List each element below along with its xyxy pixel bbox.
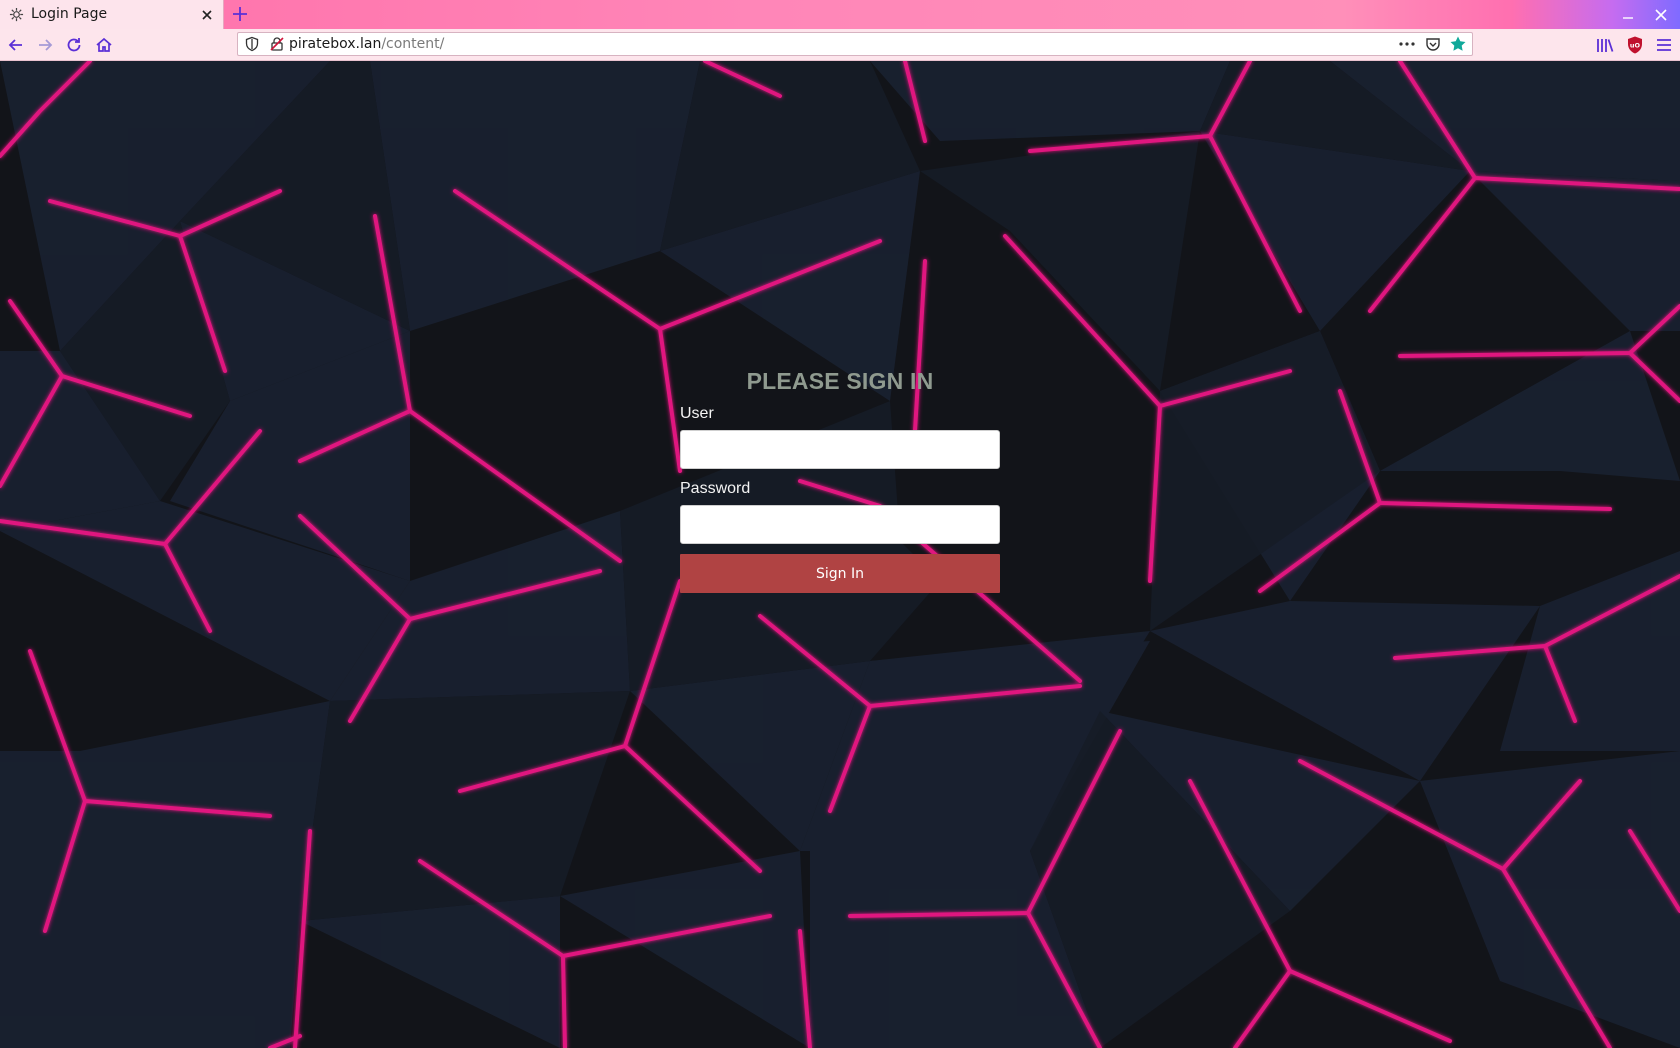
gear-icon — [9, 7, 24, 22]
back-arrow-icon[interactable] — [6, 35, 26, 55]
bookmark-star-icon[interactable] — [1449, 35, 1467, 53]
insecure-lock-icon[interactable] — [269, 36, 285, 52]
new-tab-plus-icon[interactable] — [231, 5, 249, 23]
url-bar[interactable]: piratebox.lan/content/ — [237, 32, 1473, 56]
login-form: PLEASE SIGN IN User Password Sign In — [680, 366, 1000, 593]
home-icon[interactable] — [94, 35, 114, 55]
page-actions-more-icon[interactable] — [1398, 36, 1416, 52]
hamburger-menu-icon[interactable] — [1655, 35, 1673, 55]
svg-text:uO: uO — [1630, 42, 1641, 50]
close-window-icon[interactable] — [1653, 7, 1669, 23]
browser-window: Login Page piratebox.lan/content/ uO PLE… — [0, 0, 1680, 1048]
user-input[interactable] — [680, 430, 1000, 469]
tab-login-page[interactable]: Login Page — [0, 0, 224, 29]
ublock-origin-icon[interactable]: uO — [1626, 35, 1644, 55]
forward-arrow-icon[interactable] — [35, 35, 55, 55]
login-heading: PLEASE SIGN IN — [746, 368, 934, 394]
password-input[interactable] — [680, 505, 1000, 544]
page-content: PLEASE SIGN IN User Password Sign In — [0, 61, 1680, 1048]
navigation-toolbar: piratebox.lan/content/ uO — [0, 29, 1680, 61]
pocket-icon[interactable] — [1425, 36, 1441, 52]
minimize-window-icon[interactable] — [1620, 8, 1636, 22]
url-path: /content/ — [381, 36, 445, 52]
tracking-protection-shield-icon[interactable] — [244, 36, 260, 52]
url-text: piratebox.lan/content/ — [289, 36, 444, 52]
url-host: piratebox.lan — [289, 36, 382, 52]
reload-icon[interactable] — [64, 35, 84, 55]
sign-in-button[interactable]: Sign In — [680, 554, 1000, 593]
tab-strip: Login Page — [0, 0, 1680, 29]
library-icon[interactable] — [1595, 35, 1615, 55]
password-field-label: Password — [680, 480, 751, 497]
user-field-label: User — [680, 405, 714, 422]
close-tab-icon[interactable] — [199, 7, 215, 23]
tab-title: Login Page — [31, 6, 108, 22]
